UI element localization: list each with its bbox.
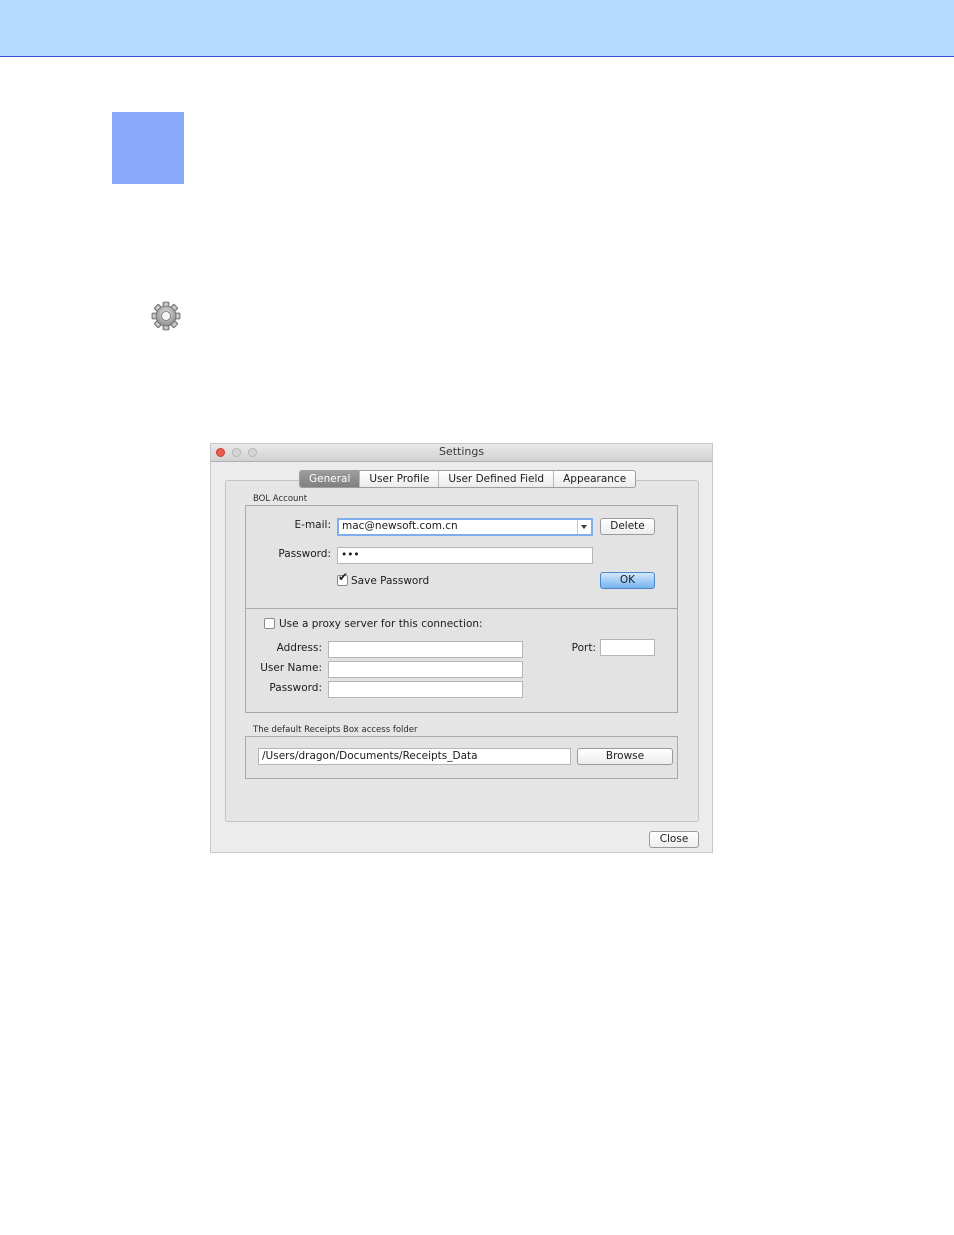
tab-bar: General User Profile User Defined Field … (299, 470, 637, 488)
address-label: Address: (276, 642, 322, 654)
tab-general[interactable]: General (300, 471, 361, 487)
use-proxy-label: Use a proxy server for this connection: (279, 618, 483, 630)
browse-button[interactable]: Browse (577, 748, 673, 765)
email-label: E-mail: (294, 519, 331, 531)
page-header-band (0, 0, 954, 57)
user-name-label: User Name: (260, 662, 322, 674)
bol-account-group-label: BOL Account (251, 494, 310, 504)
account-password-label: Password: (278, 548, 331, 560)
receipts-folder-group-label: The default Receipts Box access folder (251, 725, 420, 735)
group-divider (246, 608, 677, 609)
port-label: Port: (571, 642, 596, 654)
settings-window: Settings General User Profile User Defin… (210, 443, 713, 853)
save-password-checkbox[interactable]: ✔ (337, 571, 348, 586)
ok-button[interactable]: OK (600, 572, 655, 589)
chevron-down-icon[interactable] (577, 520, 591, 534)
section-marker-block (112, 112, 184, 184)
window-title: Settings (438, 445, 485, 458)
delete-button[interactable]: Delete (600, 518, 655, 535)
checkmark-icon: ✔ (338, 570, 349, 584)
email-value: mac@newsoft.com.cn (342, 520, 458, 532)
use-proxy-checkbox[interactable] (264, 618, 275, 629)
tab-user-defined-field[interactable]: User Defined Field (439, 471, 555, 487)
email-combobox[interactable]: mac@newsoft.com.cn (337, 518, 593, 536)
close-button[interactable]: Close (649, 831, 699, 848)
user-name-field[interactable] (328, 661, 523, 678)
window-titlebar[interactable]: Settings (211, 444, 712, 462)
tab-user-profile[interactable]: User Profile (360, 471, 440, 487)
save-password-label: Save Password (351, 575, 430, 587)
account-password-field[interactable]: ••• (337, 547, 593, 564)
address-field[interactable] (328, 641, 523, 658)
proxy-password-field[interactable] (328, 681, 523, 698)
tab-appearance[interactable]: Appearance (554, 471, 635, 487)
proxy-password-label: Password: (269, 682, 322, 694)
port-field[interactable] (600, 639, 655, 656)
gear-icon (151, 301, 181, 331)
folder-path-field[interactable]: /Users/dragon/Documents/Receipts_Data (258, 748, 571, 765)
